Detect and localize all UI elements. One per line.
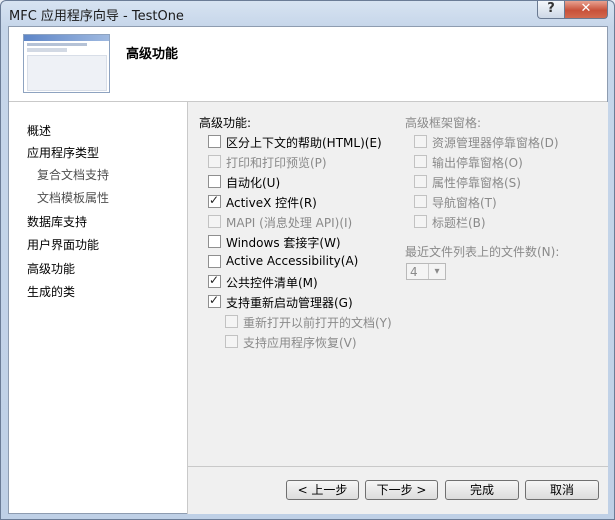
checkbox[interactable] (414, 195, 427, 208)
checkbox[interactable] (414, 215, 427, 228)
checkbox[interactable] (208, 255, 221, 268)
checkbox[interactable] (208, 175, 221, 188)
sidebar-item-advanced-features[interactable]: 高级功能 (27, 260, 75, 277)
mru-count-select[interactable]: 4 ▾ (406, 263, 446, 280)
window-title: MFC 应用程序向导 - TestOne (9, 9, 184, 24)
checkbox[interactable] (414, 135, 427, 148)
sidebar-item-user-interface[interactable]: 用户界面功能 (27, 236, 99, 253)
checkbox[interactable] (208, 155, 221, 168)
checkbox[interactable] (208, 215, 221, 228)
app-preview-image (23, 34, 110, 93)
wizard-window: MFC 应用程序向导 - TestOne ? ✕ 高级功能 概述 应用程序类型 … (0, 0, 615, 520)
sidebar-item-compound-document[interactable]: 复合文档支持 (37, 166, 109, 183)
close-button[interactable]: ✕ (564, 1, 608, 19)
checkbox[interactable] (414, 155, 427, 168)
sidebar-item-overview[interactable]: 概述 (27, 122, 51, 139)
checkbox[interactable] (208, 135, 221, 148)
checkbox[interactable] (225, 335, 238, 348)
wizard-client: 高级功能 概述 应用程序类型 复合文档支持 文档模板属性 数据库支持 用户界面功… (8, 26, 608, 514)
wizard-header: 高级功能 (9, 27, 607, 102)
sidebar-item-application-type[interactable]: 应用程序类型 (27, 144, 99, 161)
advanced-features-label: 高级功能: (199, 116, 252, 130)
title-bar[interactable]: MFC 应用程序向导 - TestOne ? ✕ (1, 1, 614, 25)
checkbox[interactable] (225, 315, 238, 328)
mru-count-label: 最近文件列表上的文件数(N): (405, 245, 560, 259)
checkbox[interactable] (208, 193, 221, 208)
help-button[interactable]: ? (537, 1, 565, 19)
cancel-button[interactable]: 取消 (525, 480, 599, 500)
checkbox[interactable] (208, 235, 221, 248)
finish-button[interactable]: 完成 (445, 480, 519, 500)
next-button[interactable]: 下一步 > (365, 480, 438, 500)
checkbox[interactable] (414, 175, 427, 188)
checkbox[interactable] (208, 293, 221, 308)
checkbox[interactable] (208, 273, 221, 288)
chevron-down-icon[interactable]: ▾ (428, 264, 445, 279)
page-title: 高级功能 (126, 47, 179, 62)
sidebar-item-database-support[interactable]: 数据库支持 (27, 213, 87, 230)
wizard-sidebar: 概述 应用程序类型 复合文档支持 文档模板属性 数据库支持 用户界面功能 高级功… (9, 102, 187, 513)
mru-count-value: 4 (410, 265, 418, 279)
frame-panes-label: 高级框架窗格: (405, 116, 482, 130)
sidebar-item-document-template[interactable]: 文档模板属性 (37, 189, 109, 206)
sidebar-item-generated-classes[interactable]: 生成的类 (27, 283, 75, 300)
prev-button[interactable]: < 上一步 (286, 480, 359, 500)
